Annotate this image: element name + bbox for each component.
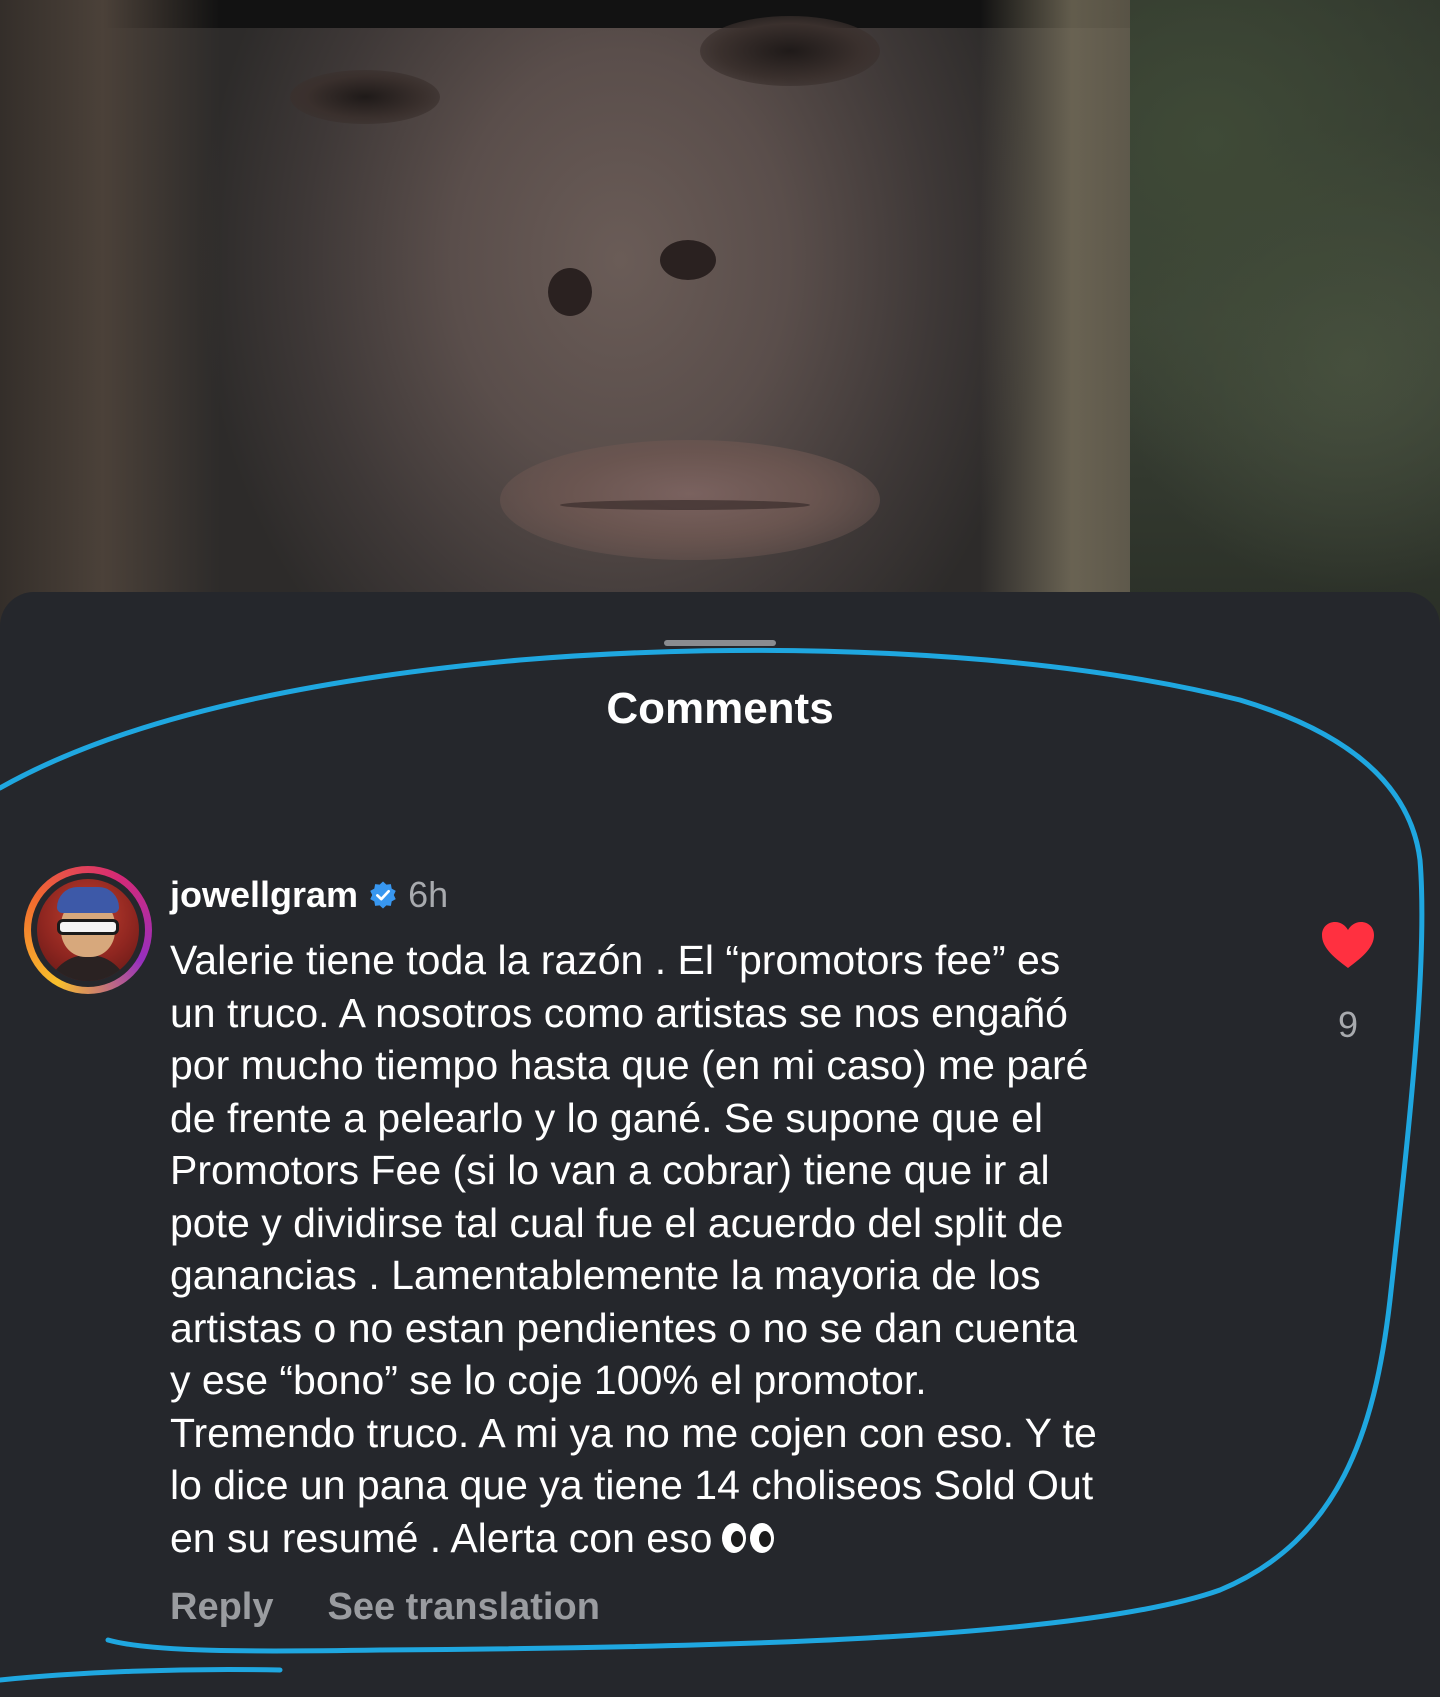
comment-line-text: en su resumé . Alerta con eso <box>170 1514 713 1561</box>
comment-line: lo dice un pana que ya tiene 14 choliseo… <box>170 1462 1094 1508</box>
avatar-figure-body <box>47 955 129 981</box>
verified-badge-icon <box>370 881 396 909</box>
comment-header: jowellgram 6h <box>170 872 448 918</box>
background-video-frame <box>0 0 1440 640</box>
comment-line: Promotors Fee (si lo van a cobrar) tiene… <box>170 1147 1050 1193</box>
comment-actions: Reply See translation <box>170 1586 600 1629</box>
like-count: 9 <box>1337 1004 1359 1045</box>
comment-line: por mucho tiempo hasta que (en mi caso) … <box>170 1042 1089 1088</box>
heart-icon[interactable] <box>1320 920 1376 970</box>
comment-username[interactable]: jowellgram <box>170 874 358 916</box>
comment-line: artistas o no estan pendientes o no se d… <box>170 1304 1078 1351</box>
comment-last-line: en su resumé . Alerta con eso <box>170 1512 1270 1565</box>
eyes-icon <box>722 1522 775 1553</box>
reply-button[interactable]: Reply <box>170 1586 273 1629</box>
see-translation-button[interactable]: See translation <box>327 1586 599 1629</box>
avatar-figure-cap <box>57 887 119 913</box>
avatar[interactable] <box>24 866 152 994</box>
comment-line: de frente a pelearlo y lo gané. Se supon… <box>170 1094 1044 1141</box>
comment-line: Tremendo truco. A mi ya no me cojen con … <box>170 1409 1097 1456</box>
photo-eye-right <box>700 16 880 86</box>
comment-timestamp: 6h <box>408 874 449 915</box>
comment-line: Valerie tiene toda la razón . El “promot… <box>170 937 1061 983</box>
avatar-story-ring-gap <box>31 873 145 987</box>
comment-line: pote y dividirse tal cual fue el acuerdo… <box>170 1199 1064 1246</box>
comment-line: un truco. A nosotros como artistas se no… <box>170 989 1068 1036</box>
photo-nostril-left <box>548 268 592 316</box>
photo-hair-left <box>0 0 220 640</box>
comment-line: y ese “bono” se lo coje 100% el promotor… <box>170 1357 927 1403</box>
comment-line: ganancias . Lamentablemente la mayoria d… <box>170 1252 1041 1298</box>
comment-body: Valerie tiene toda la razón . El “promot… <box>170 934 1270 1564</box>
avatar-image <box>37 879 139 981</box>
photo-eye-left <box>290 70 440 124</box>
photo-lip-line <box>560 500 810 510</box>
photo-nostril-right <box>660 240 716 280</box>
sheet-drag-handle[interactable] <box>664 640 776 646</box>
avatar-figure-glasses <box>57 919 119 935</box>
photo-foliage <box>1130 0 1440 640</box>
comments-title: Comments <box>606 684 834 733</box>
